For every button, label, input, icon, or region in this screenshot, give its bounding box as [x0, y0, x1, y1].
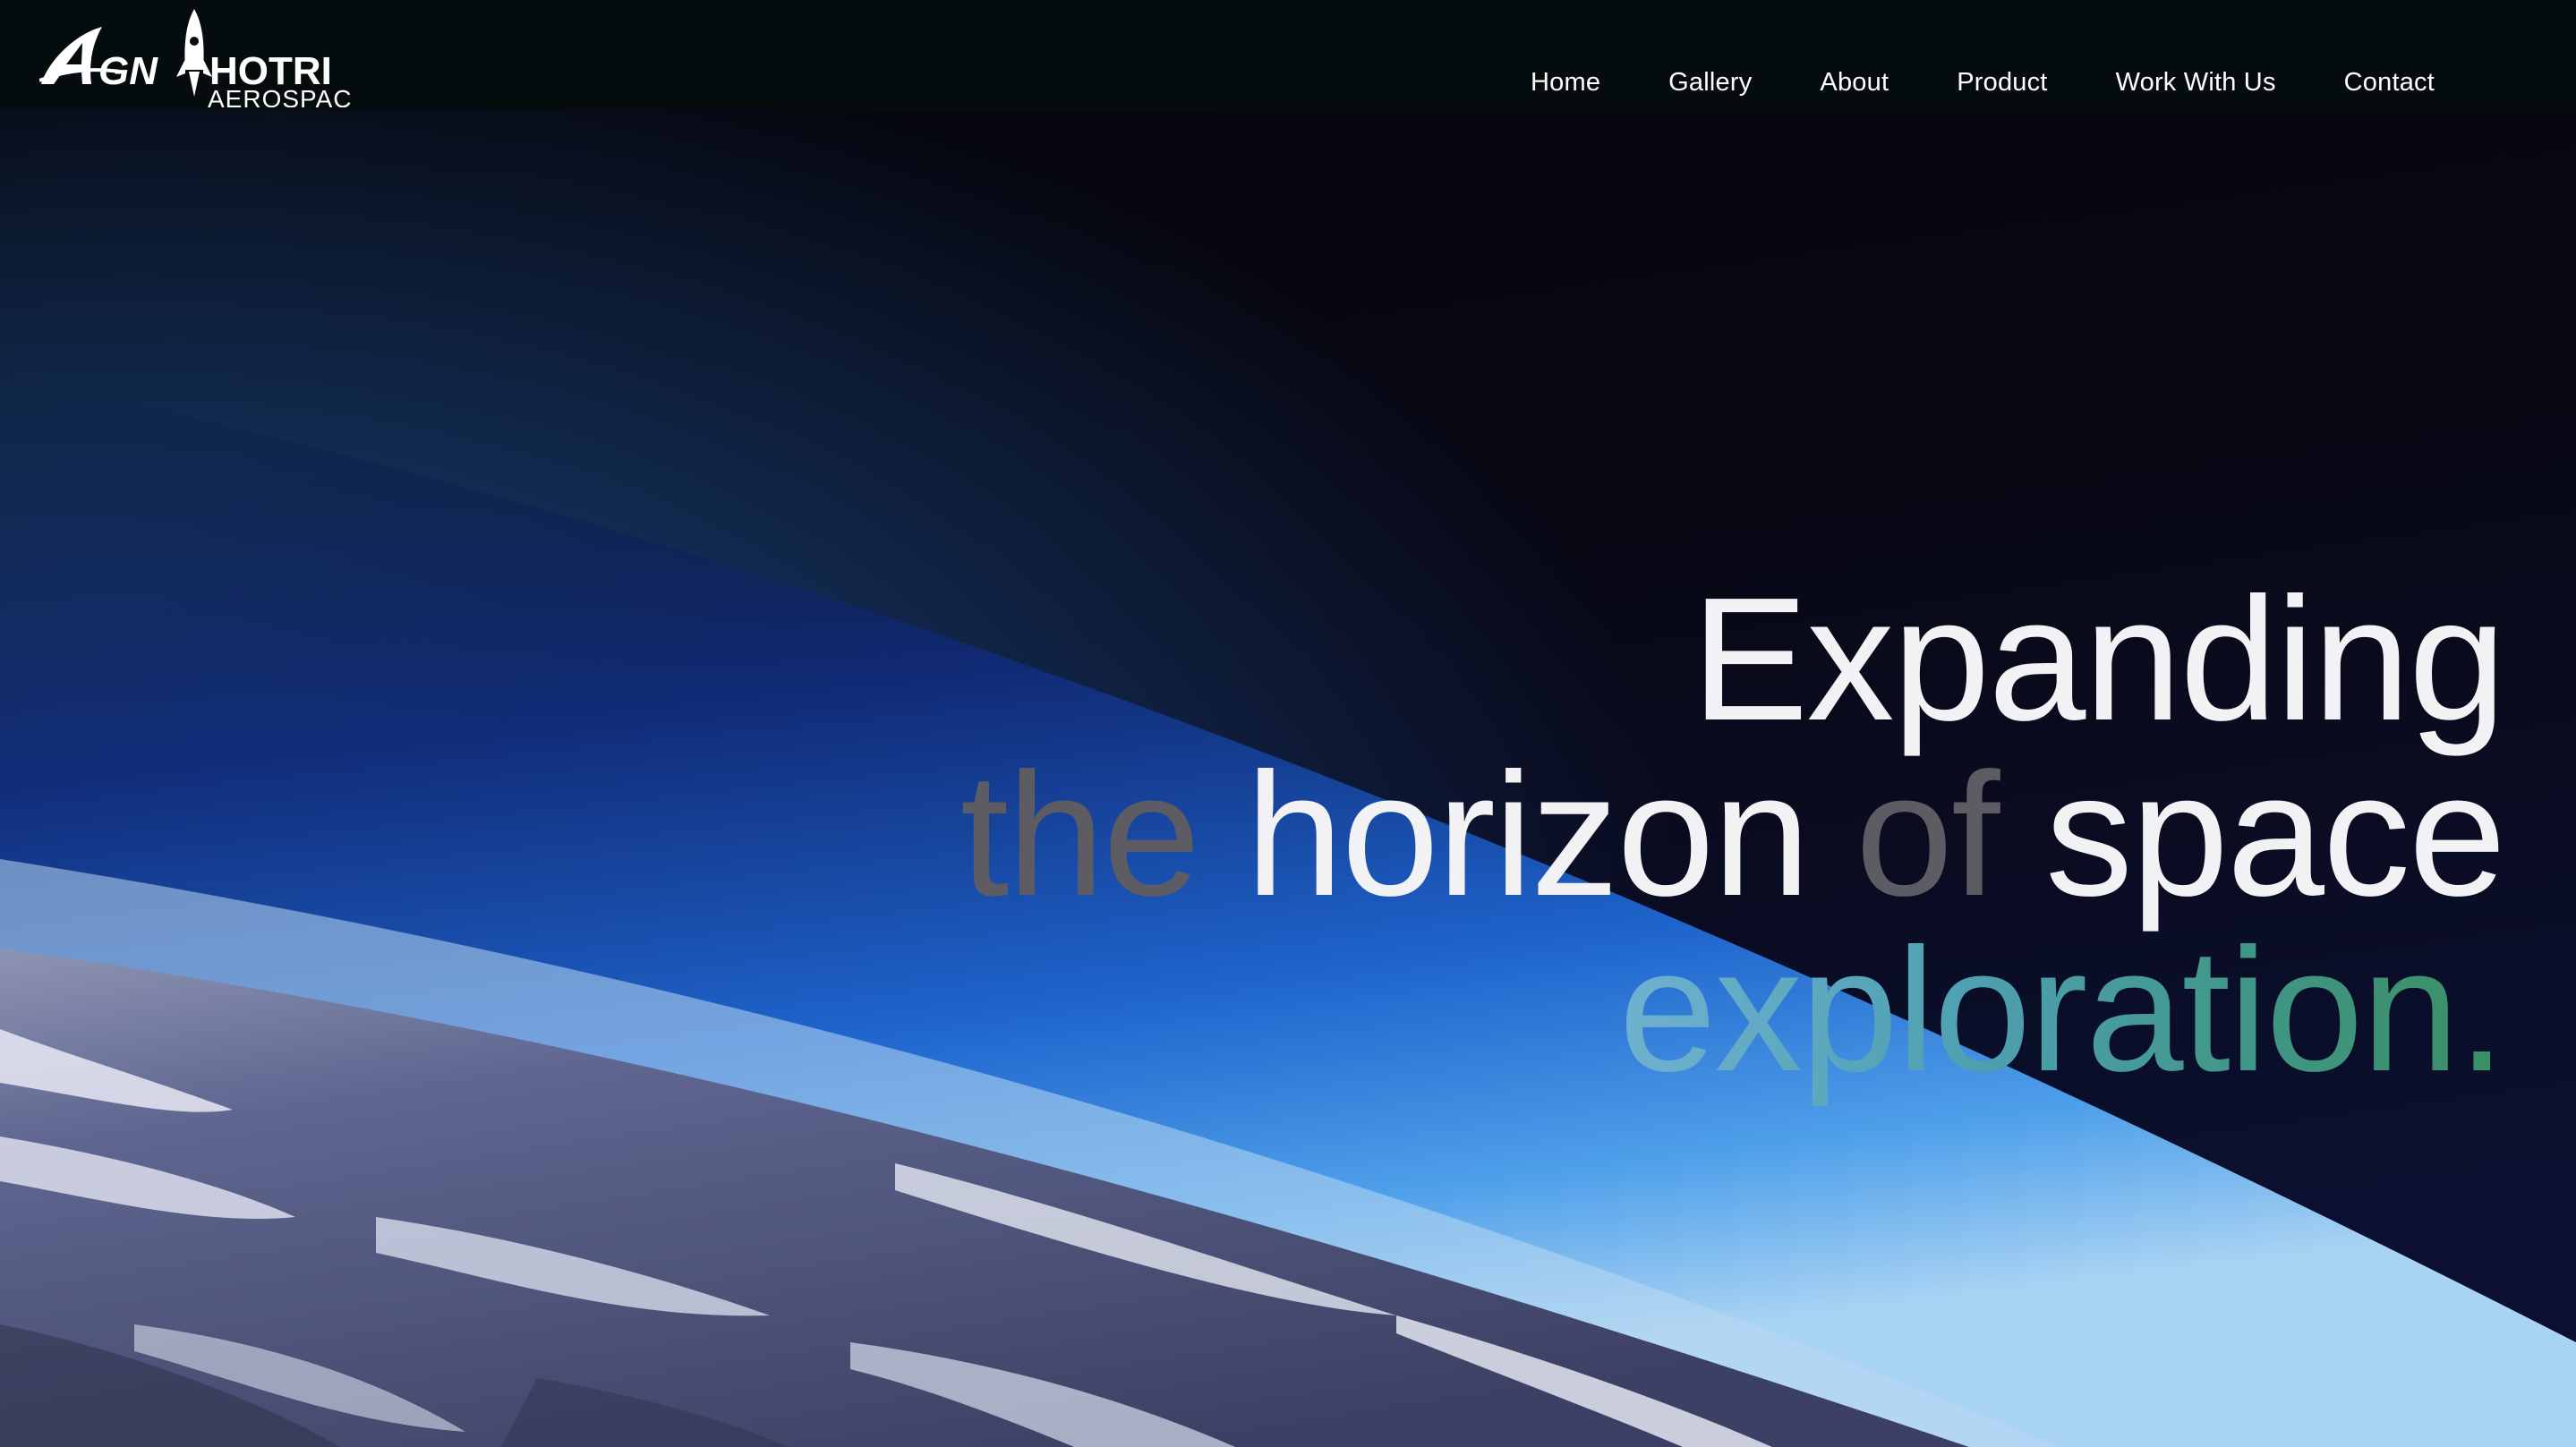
headline-line-3: exploration. [960, 923, 2506, 1098]
brand-logo-link[interactable]: GN HOTRI AEROSPACE [38, 7, 369, 113]
headline-word-expanding: Expanding [1691, 561, 2506, 758]
headline-word-exploration: exploration. [1618, 912, 2506, 1109]
headline-word-horizon: horizon [1245, 736, 1811, 933]
top-navbar: GN HOTRI AEROSPACE Home Gallery Abo [0, 0, 2576, 113]
nav-link-home[interactable]: Home [1531, 68, 1600, 97]
agnihotri-aerospace-logo: GN HOTRI AEROSPACE [38, 9, 369, 113]
headline-word-the: the [960, 736, 1200, 933]
nav-link-contact[interactable]: Contact [2344, 68, 2435, 97]
nav-link-product[interactable]: Product [1957, 68, 2047, 97]
nav-link-gallery[interactable]: Gallery [1668, 68, 1752, 97]
headline-line-2: the horizon of space [960, 747, 2506, 923]
svg-text:GN: GN [98, 49, 158, 93]
hero-headline: Expanding the horizon of space explorati… [960, 572, 2506, 1098]
page: GN HOTRI AEROSPACE Home Gallery Abo [0, 0, 2576, 1447]
headline-word-space: space [2044, 736, 2506, 933]
rocket-icon [176, 9, 212, 97]
nav-list: Home Gallery About Product Work With Us … [1463, 68, 2435, 98]
headline-line-1: Expanding [960, 572, 2506, 747]
headline-word-of: of [1855, 736, 2000, 933]
svg-text:AEROSPACE: AEROSPACE [208, 85, 353, 107]
nav-link-work-with-us[interactable]: Work With Us [2116, 68, 2276, 97]
nav-link-about[interactable]: About [1820, 68, 1889, 97]
